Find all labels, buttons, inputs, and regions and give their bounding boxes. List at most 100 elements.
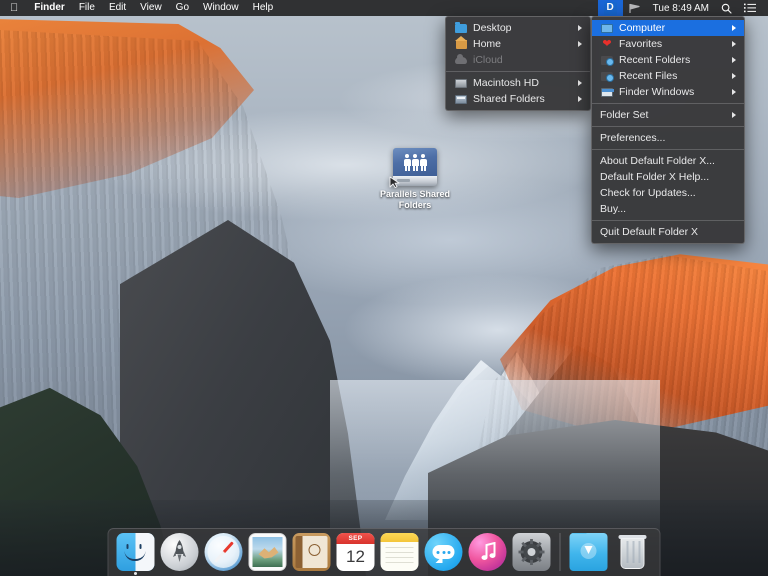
menu-item-about[interactable]: About Default Folder X... xyxy=(592,153,744,169)
submenu-item-label: Home xyxy=(473,36,572,52)
menu-item-buy[interactable]: Buy... xyxy=(592,201,744,217)
menu-edit[interactable]: Edit xyxy=(102,0,133,16)
menu-item-quit[interactable]: Quit Default Folder X xyxy=(592,224,744,240)
dock-item-trash[interactable] xyxy=(614,533,652,571)
dock-item-messages[interactable] xyxy=(425,533,463,571)
submenu-item-icloud: iCloud xyxy=(446,52,590,68)
shared-drive-icon xyxy=(454,93,468,105)
menu-item-label: Folder Set xyxy=(600,107,726,123)
status-spotlight[interactable] xyxy=(715,0,738,16)
blue-folder-icon xyxy=(454,22,468,34)
menu-item-preferences[interactable]: Preferences... xyxy=(592,130,744,146)
trash-icon xyxy=(614,533,652,571)
search-icon xyxy=(721,3,732,14)
desktop-icon-parallels-shared-folders[interactable]: Parallels Shared Folders xyxy=(375,148,455,211)
menu-item-favorites[interactable]: ❤ Favorites xyxy=(592,36,744,52)
menu-separator xyxy=(592,220,744,221)
dock-item-safari[interactable] xyxy=(205,533,243,571)
menu-item-label: Preferences... xyxy=(600,130,736,146)
calendar-month: SEP xyxy=(337,533,375,544)
status-default-folder-x[interactable]: D xyxy=(598,0,623,16)
menu-help[interactable]: Help xyxy=(246,0,281,16)
menu-item-label: Favorites xyxy=(619,36,726,52)
status-clock[interactable]: Tue 8:49 AM xyxy=(647,0,715,16)
menu-separator xyxy=(592,149,744,150)
chevron-right-icon xyxy=(578,25,582,31)
submenu-item-desktop[interactable]: Desktop xyxy=(446,20,590,36)
menu-view[interactable]: View xyxy=(133,0,169,16)
menu-file[interactable]: File xyxy=(72,0,102,16)
status-pointer-flag[interactable] xyxy=(623,0,647,16)
menu-item-folder-set[interactable]: Folder Set xyxy=(592,107,744,123)
default-folder-x-menu[interactable]: Computer ❤ Favorites Recent Folders Rece… xyxy=(591,16,745,244)
menu-separator xyxy=(592,103,744,104)
hard-drive-icon xyxy=(454,77,468,89)
chevron-right-icon xyxy=(732,73,736,79)
menu-go[interactable]: Go xyxy=(169,0,196,16)
apple-logo-icon[interactable]:  xyxy=(0,0,27,16)
launchpad-icon xyxy=(161,533,199,571)
menu-item-recent-files[interactable]: Recent Files xyxy=(592,68,744,84)
submenu-item-shared-folders[interactable]: Shared Folders xyxy=(446,91,590,107)
menu-item-recent-folders[interactable]: Recent Folders xyxy=(592,52,744,68)
gear-icon xyxy=(519,539,545,565)
system-preferences-icon xyxy=(513,533,551,571)
monitor-icon xyxy=(600,22,614,34)
calendar-day: 12 xyxy=(337,544,375,571)
submenu-item-macintosh-hd[interactable]: Macintosh HD xyxy=(446,75,590,91)
contacts-icon xyxy=(293,533,331,571)
person-figure xyxy=(404,154,411,171)
cloud-icon xyxy=(454,54,468,66)
computer-submenu[interactable]: Desktop Home iCloud Macintosh HD Shared … xyxy=(445,16,591,111)
submenu-item-label: iCloud xyxy=(473,52,582,68)
dock-item-system-preferences[interactable] xyxy=(513,533,551,571)
notes-icon xyxy=(381,533,419,571)
menu-item-label: Buy... xyxy=(600,201,736,217)
menu-separator xyxy=(446,71,590,72)
alias-arrow-icon xyxy=(389,176,401,188)
recent-file-icon xyxy=(600,70,614,82)
default-folder-x-icon: D xyxy=(604,2,617,15)
dock-item-contacts[interactable] xyxy=(293,533,331,571)
menu-bar:  Finder File Edit View Go Window Help D… xyxy=(0,0,768,16)
menu-item-computer[interactable]: Computer xyxy=(592,20,744,36)
finder-icon xyxy=(117,533,155,571)
desktop-screen:  Finder File Edit View Go Window Help D… xyxy=(0,0,768,576)
itunes-icon xyxy=(469,533,507,571)
dock-item-calendar[interactable]: SEP 12 xyxy=(337,533,375,571)
dock-item-downloads[interactable] xyxy=(570,533,608,571)
menu-bar-app-menus:  Finder File Edit View Go Window Help xyxy=(0,0,280,16)
chevron-right-icon xyxy=(732,57,736,63)
rocket-icon xyxy=(173,540,187,564)
dock: SEP 12 xyxy=(108,528,661,576)
menu-item-label: Recent Files xyxy=(619,68,726,84)
dock-item-mail[interactable] xyxy=(249,533,287,571)
menu-item-help[interactable]: Default Folder X Help... xyxy=(592,169,744,185)
submenu-item-label: Desktop xyxy=(473,20,572,36)
menu-window[interactable]: Window xyxy=(196,0,246,16)
safari-icon xyxy=(205,533,243,571)
window-icon xyxy=(600,86,614,98)
dock-separator xyxy=(560,533,561,571)
menu-item-label: Check for Updates... xyxy=(600,185,736,201)
chevron-right-icon xyxy=(732,41,736,47)
dock-item-finder[interactable] xyxy=(117,533,155,571)
recent-folder-icon xyxy=(600,54,614,66)
downloads-folder-icon xyxy=(570,533,608,571)
person-figure xyxy=(412,154,419,171)
chevron-right-icon xyxy=(578,41,582,47)
menu-finder[interactable]: Finder xyxy=(27,0,72,16)
calendar-icon: SEP 12 xyxy=(337,533,375,571)
menu-item-label: Default Folder X Help... xyxy=(600,169,736,185)
mail-icon xyxy=(249,533,287,571)
menu-item-finder-windows[interactable]: Finder Windows xyxy=(592,84,744,100)
chevron-right-icon xyxy=(578,96,582,102)
status-notification-center[interactable] xyxy=(738,0,762,16)
dock-item-launchpad[interactable] xyxy=(161,533,199,571)
dock-item-notes[interactable] xyxy=(381,533,419,571)
shared-folders-disk-icon xyxy=(393,148,437,186)
pointer-flag-icon xyxy=(629,3,641,14)
dock-item-itunes[interactable] xyxy=(469,533,507,571)
menu-item-check-updates[interactable]: Check for Updates... xyxy=(592,185,744,201)
submenu-item-home[interactable]: Home xyxy=(446,36,590,52)
